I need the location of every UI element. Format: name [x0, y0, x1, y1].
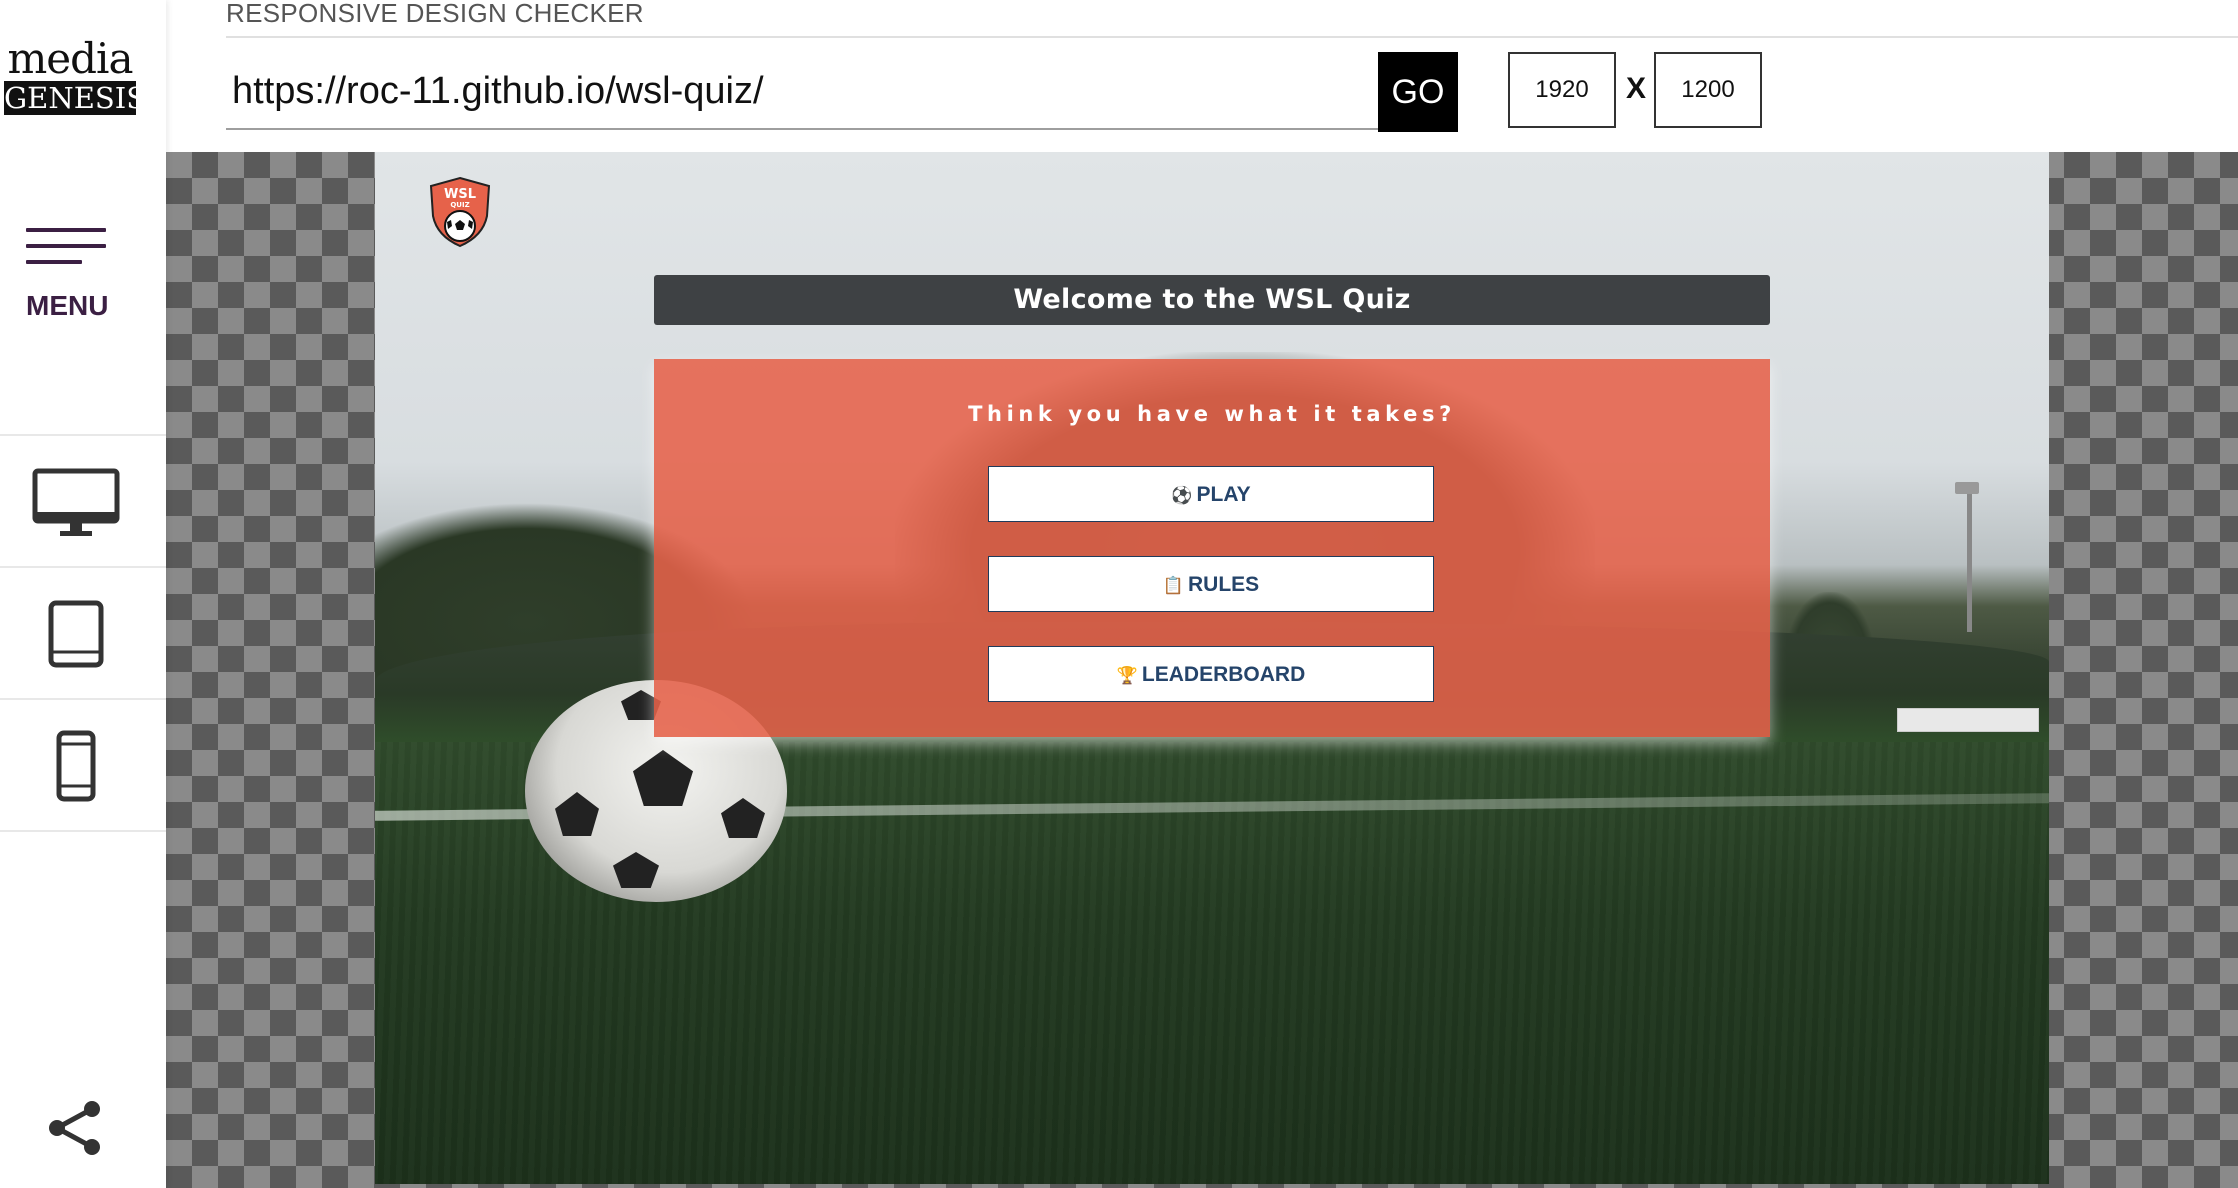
- media-genesis-logo[interactable]: media GENESIS: [4, 34, 147, 115]
- tablet-icon: [48, 600, 104, 668]
- desktop-icon: [32, 468, 120, 536]
- ball-patch: [613, 852, 659, 888]
- leaderboard-label: LEADERBOARD: [1141, 663, 1306, 686]
- trophy-icon: 🏆: [1116, 666, 1138, 685]
- width-input[interactable]: [1508, 52, 1616, 128]
- height-input[interactable]: [1654, 52, 1762, 128]
- tablet-view-button[interactable]: [0, 568, 166, 698]
- football-icon: ⚽: [1171, 486, 1193, 505]
- app-title: RESPONSIVE DESIGN CHECKER: [226, 0, 644, 28]
- hamburger-line: [26, 260, 82, 264]
- logo-quiz-text: QUIZ: [450, 201, 469, 209]
- hamburger-icon: [26, 228, 106, 232]
- rules-button[interactable]: 📋 RULES: [988, 556, 1434, 612]
- floodlight-head: [1955, 482, 1979, 494]
- play-label: PLAY: [1196, 483, 1251, 506]
- dimension-separator: X: [1626, 72, 1647, 105]
- go-button[interactable]: GO: [1378, 52, 1458, 132]
- header: RESPONSIVE DESIGN CHECKER GO X: [166, 0, 2238, 152]
- rules-label: RULES: [1187, 573, 1260, 596]
- url-input[interactable]: [226, 54, 1442, 130]
- welcome-heading: Welcome to the WSL Quiz: [654, 275, 1770, 325]
- preview-viewport: WSL QUIZ Welcome to the WSL Quiz Think y…: [166, 152, 2238, 1188]
- ball-patch: [555, 792, 599, 836]
- clipboard-icon: 📋: [1162, 576, 1184, 595]
- sidebar: media GENESIS MENU: [0, 0, 166, 1188]
- share-button[interactable]: [46, 1100, 106, 1156]
- ball-patch: [721, 798, 765, 838]
- leaderboard-button[interactable]: 🏆 LEADERBOARD: [988, 646, 1434, 702]
- logo-media-text: media: [7, 34, 133, 83]
- tagline: Think you have what it takes?: [968, 402, 1456, 426]
- wsl-quiz-logo[interactable]: WSL QUIZ: [427, 176, 493, 248]
- play-button[interactable]: ⚽ PLAY: [988, 466, 1434, 522]
- phone-icon: [56, 730, 96, 802]
- share-icon: [49, 1101, 100, 1155]
- desktop-view-button[interactable]: [0, 436, 166, 566]
- phone-view-button[interactable]: [0, 700, 166, 830]
- menu-button[interactable]: MENU: [24, 228, 108, 324]
- logo-genesis-text: GENESIS: [4, 81, 147, 115]
- divider: [226, 36, 2238, 38]
- floodlight-pole: [1967, 492, 1972, 632]
- quiz-panel: Think you have what it takes? ⚽ PLAY 📋 RUL…: [654, 359, 1770, 737]
- menu-label: MENU: [26, 290, 109, 321]
- hamburger-line: [26, 244, 106, 248]
- logo-wsl-text: WSL: [444, 187, 476, 202]
- site-preview: WSL QUIZ Welcome to the WSL Quiz Think y…: [375, 152, 2049, 1184]
- ball-patch: [633, 750, 693, 806]
- pitch-banner: [1897, 708, 2039, 732]
- divider: [0, 830, 166, 832]
